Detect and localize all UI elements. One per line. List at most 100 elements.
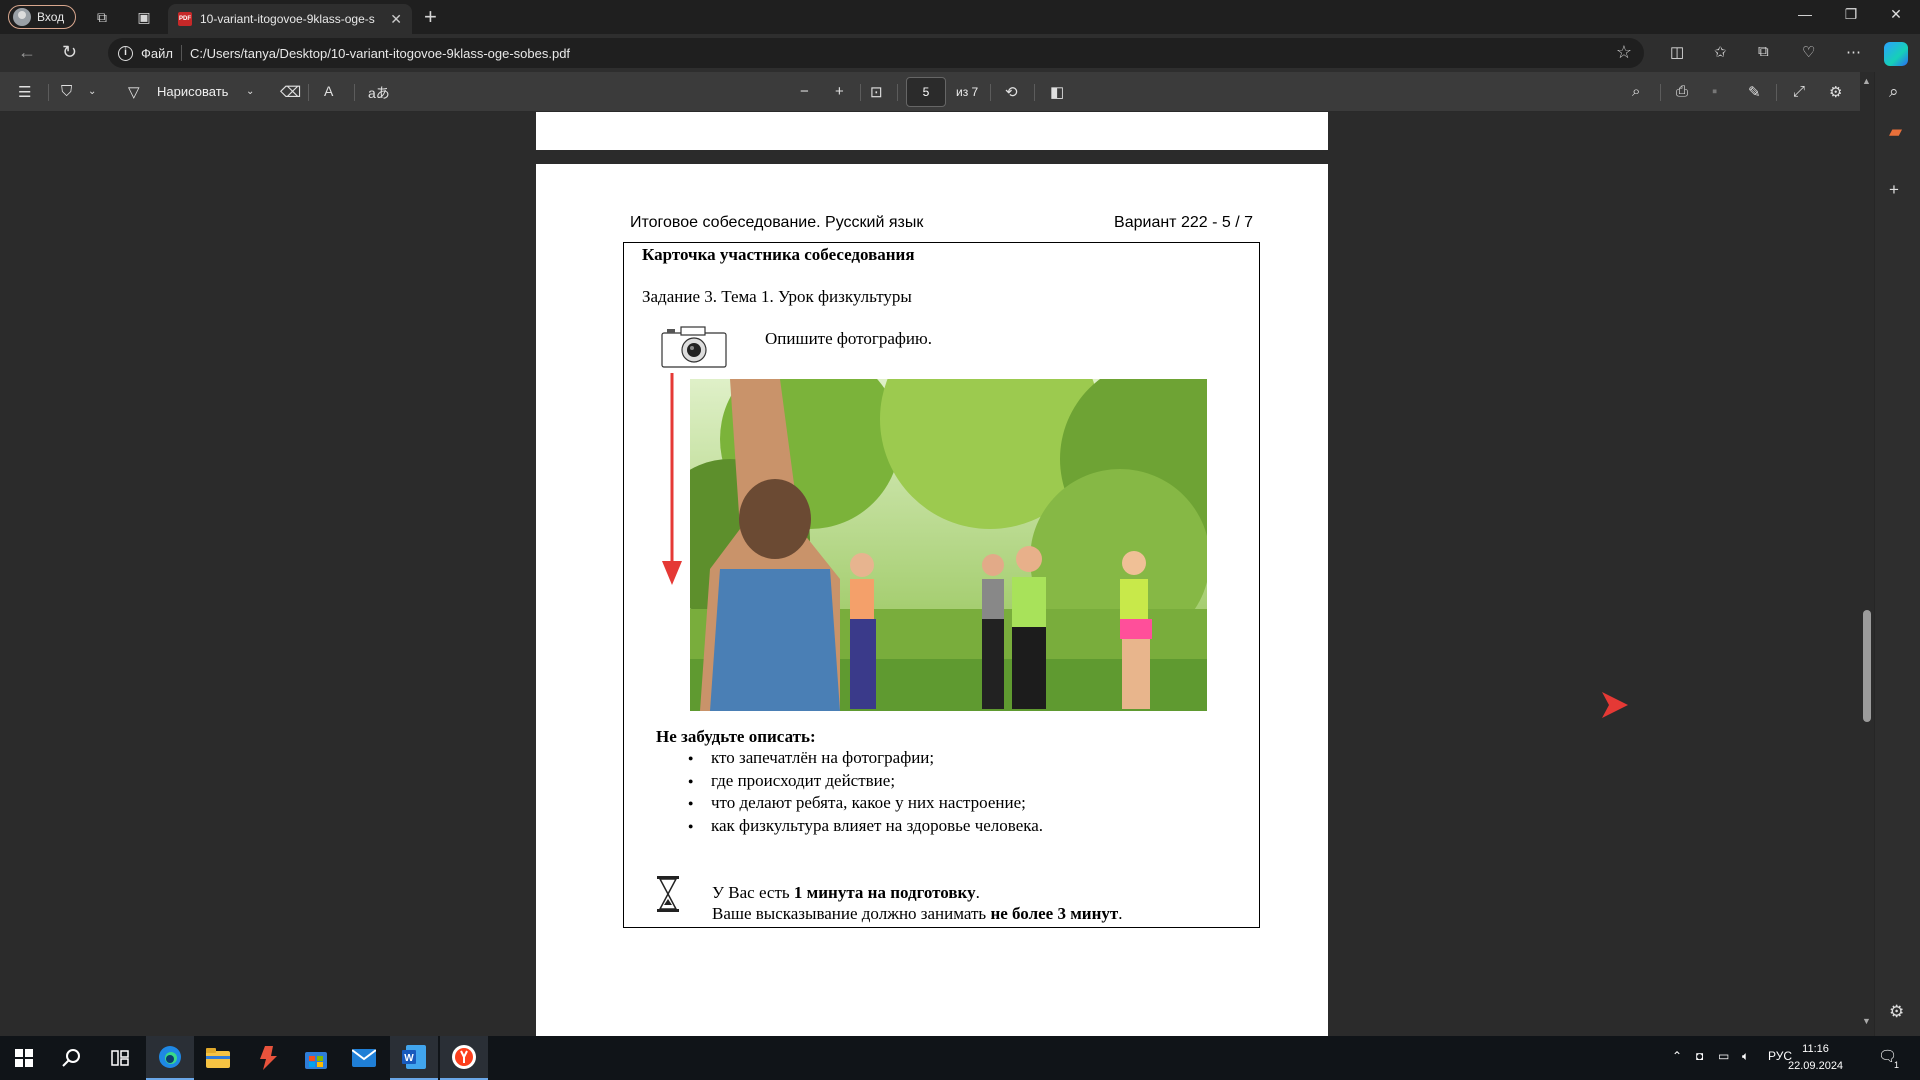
app-icon[interactable] [244, 1036, 292, 1080]
divider [48, 84, 49, 101]
divider [897, 84, 898, 101]
yandex-browser-icon[interactable] [440, 1036, 488, 1080]
browser-essentials-icon[interactable]: ♡ [1802, 43, 1815, 61]
sidebar-tools-icon[interactable]: ▰ [1889, 122, 1902, 142]
start-icon[interactable] [0, 1036, 48, 1080]
network-icon[interactable]: ▭ [1718, 1049, 1729, 1063]
close-window-icon[interactable]: ✕ [1884, 6, 1908, 23]
pdf-viewer[interactable]: Итоговое собеседование. Русский язык Вар… [0, 112, 1866, 1036]
save-icon[interactable]: ▪ [1712, 83, 1717, 100]
copilot-icon[interactable] [1884, 42, 1908, 66]
save-as-icon[interactable]: ✎ [1748, 83, 1761, 101]
browser-sidebar: ⌕ ▰ + ⚙ [1874, 72, 1920, 1036]
scrollbar-thumb[interactable] [1863, 610, 1871, 722]
rotate-icon[interactable]: ⟲ [1005, 83, 1018, 101]
tray-overflow-icon[interactable]: ⌃ [1672, 1049, 1682, 1063]
describe-prompt: Опишите фотографию. [765, 329, 932, 348]
zoom-in-icon[interactable]: + [835, 83, 844, 100]
eraser-icon[interactable]: ⌫ [280, 83, 301, 101]
chevron-down-icon[interactable]: ⌄ [246, 86, 254, 97]
search-icon[interactable]: ⌕ [1632, 83, 1640, 100]
split-screen-icon[interactable]: ◫ [1670, 43, 1684, 61]
pdf-toolbar: ☰ ⛉ ⌄ ▽ Нарисовать ⌄ ⌫ A aあ − + ⊡ 5 из 7… [0, 72, 1920, 112]
divider [354, 84, 355, 101]
contents-icon[interactable]: ☰ [18, 83, 31, 101]
draw-label[interactable]: Нарисовать [157, 84, 228, 99]
divider [1776, 84, 1777, 101]
answer-time-note: Ваше высказывание должно занимать не бол… [712, 904, 1123, 923]
camera-icon [661, 326, 727, 368]
print-icon[interactable]: ⎙ [1676, 83, 1688, 100]
vertical-scrollbar[interactable]: ▲ ▼ [1860, 72, 1874, 1036]
remember-label: Не забудьте описать: [656, 727, 816, 746]
address-bar[interactable]: i Файл C:/Users/tanya/Desktop/10-variant… [108, 38, 1644, 68]
fullscreen-icon[interactable]: ⤢ [1793, 83, 1805, 100]
back-icon[interactable]: ← [18, 42, 36, 63]
favorite-star-icon[interactable]: ☆ [1616, 42, 1632, 63]
svg-text:W: W [404, 1053, 414, 1064]
restore-icon[interactable]: ❐ [1839, 6, 1863, 23]
list-item: кто запечатлён на фотографии; [688, 747, 1043, 770]
task-title: Задание 3. Тема 1. Урок физкультуры [642, 287, 912, 306]
sidebar-settings-icon[interactable]: ⚙ [1889, 1002, 1904, 1022]
task-view-icon[interactable] [96, 1036, 144, 1080]
edge-taskbar-icon[interactable] [146, 1036, 194, 1080]
file-explorer-icon[interactable] [194, 1036, 242, 1080]
scroll-up-icon[interactable]: ▲ [1862, 76, 1871, 86]
list-item: как физкультура влияет на здоровье челов… [688, 815, 1043, 838]
tab-actions-icon[interactable]: ▣ [134, 7, 154, 27]
date: 22.09.2024 [1788, 1060, 1844, 1072]
red-pointer-icon [1602, 692, 1628, 718]
profile-button[interactable]: Вход [8, 5, 76, 29]
sidebar-search-icon[interactable]: ⌕ [1889, 82, 1899, 102]
divider [180, 45, 182, 61]
page-header-right: Вариант 222 - 5 / 7 [1114, 214, 1253, 231]
sidebar-add-icon[interactable]: + [1889, 180, 1899, 200]
exercise-photo [690, 379, 1207, 711]
page-header-left: Итоговое собеседование. Русский язык [630, 214, 924, 231]
previous-page [536, 112, 1328, 150]
chevron-down-icon[interactable]: ⌄ [88, 86, 96, 97]
more-menu-icon[interactable]: ⋯ [1846, 43, 1861, 61]
time: 11:16 [1802, 1043, 1829, 1055]
participant-card: Карточка участника собеседования Задание… [623, 242, 1260, 928]
address-bar-row: ← ↻ i Файл C:/Users/tanya/Desktop/10-var… [0, 34, 1920, 72]
pdf-page: Итоговое собеседование. Русский язык Вар… [536, 164, 1328, 1036]
tab-title: 10-variant-itogovoe-9klass-oge-s [200, 12, 375, 26]
favorites-icon[interactable]: ✩ [1714, 43, 1727, 61]
zoom-out-icon[interactable]: − [800, 83, 809, 100]
tab-pdf[interactable]: PDF 10-variant-itogovoe-9klass-oge-s ✕ [168, 4, 412, 34]
search-icon[interactable] [48, 1036, 96, 1080]
close-tab-icon[interactable]: ✕ [390, 11, 402, 28]
highlight-icon[interactable]: ⛉ [61, 83, 72, 100]
prep-time-note: У Вас есть 1 минута на подготовку. [712, 883, 980, 902]
hourglass-icon [657, 876, 679, 912]
store-icon[interactable] [292, 1036, 340, 1080]
collections-icon[interactable]: ⧉ [1758, 43, 1769, 60]
translate-icon[interactable]: aあ [368, 83, 390, 103]
camera-tray-icon[interactable]: ◘ [1696, 1049, 1703, 1063]
workspaces-icon[interactable]: ⧉ [92, 7, 112, 27]
minimize-icon[interactable]: — [1793, 6, 1817, 22]
word-icon[interactable]: W [390, 1036, 438, 1080]
draw-icon[interactable]: ▽ [128, 83, 140, 101]
taskbar: W ⌃ ◘ ▭ 🔈︎ РУС 11:16 22.09.2024 🗨︎ 1 [0, 1036, 1920, 1080]
annotation-arrow [662, 373, 682, 585]
info-icon[interactable]: i [118, 45, 133, 61]
url-text[interactable]: C:/Users/tanya/Desktop/10-variant-itogov… [190, 46, 570, 61]
divider [308, 84, 309, 101]
divider [860, 84, 861, 101]
volume-icon[interactable]: 🔈︎ [1742, 1049, 1749, 1064]
fit-width-icon[interactable]: ⊡ [870, 83, 883, 101]
page-view-icon[interactable]: ◧ [1050, 83, 1064, 101]
new-tab-icon[interactable]: + [424, 6, 437, 28]
mail-icon[interactable] [340, 1036, 388, 1080]
settings-icon[interactable]: ⚙ [1829, 83, 1842, 101]
read-aloud-icon[interactable]: A [324, 83, 333, 99]
divider [1660, 84, 1661, 101]
list-item: где происходит действие; [688, 770, 1043, 793]
page-number-input[interactable]: 5 [906, 77, 946, 107]
clock[interactable]: 11:16 22.09.2024 [1788, 1041, 1843, 1075]
refresh-icon[interactable]: ↻ [62, 42, 77, 63]
scroll-down-icon[interactable]: ▼ [1862, 1016, 1871, 1026]
